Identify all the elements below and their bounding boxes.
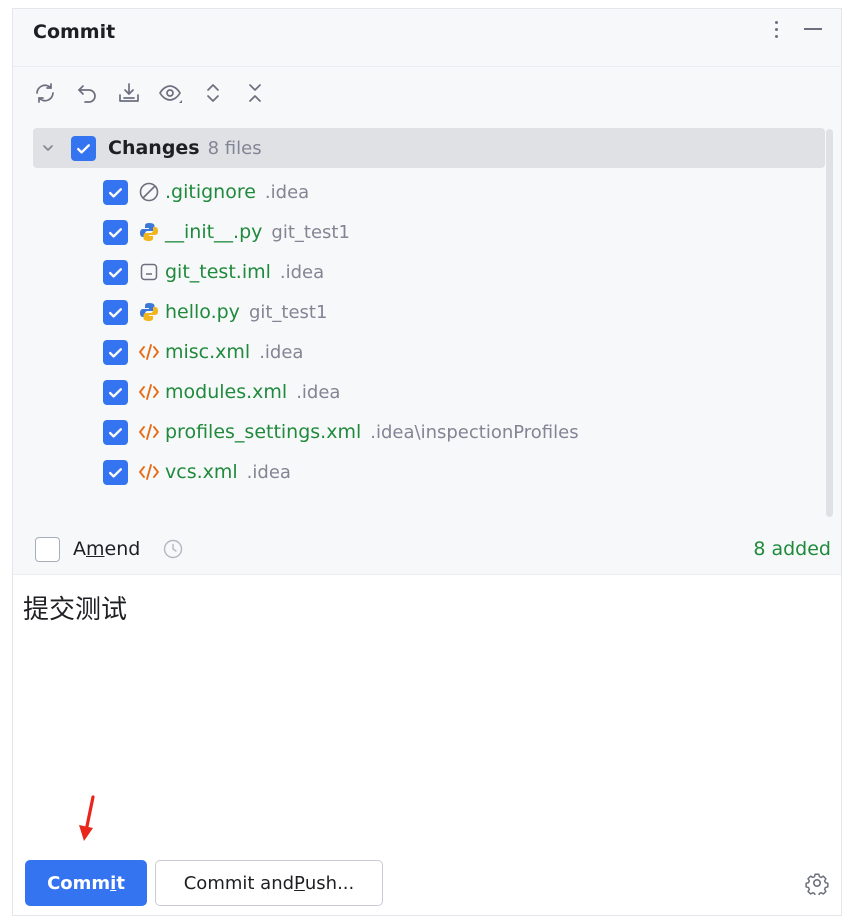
push-button-mnemonic: P bbox=[294, 872, 305, 894]
file-name: vcs.xml bbox=[165, 461, 238, 483]
file-row[interactable]: git_test.iml .idea bbox=[33, 252, 825, 292]
file-checkbox[interactable] bbox=[103, 179, 128, 205]
file-path: .idea\inspectionProfiles bbox=[370, 421, 579, 443]
file-checkbox[interactable] bbox=[103, 219, 128, 245]
amend-checkbox[interactable] bbox=[35, 536, 60, 562]
collapse-all-icon[interactable] bbox=[241, 79, 269, 107]
file-path: .idea bbox=[246, 461, 291, 483]
rollback-icon[interactable] bbox=[73, 79, 101, 107]
file-name: git_test.iml bbox=[165, 261, 271, 283]
tree-scrollbar[interactable] bbox=[826, 129, 833, 517]
file-row[interactable]: profiles_settings.xml .idea\inspectionPr… bbox=[33, 412, 825, 452]
xml-file-icon bbox=[138, 341, 160, 363]
tool-window-header: Commit bbox=[13, 9, 841, 59]
file-checkbox[interactable] bbox=[103, 419, 128, 445]
file-checkbox[interactable] bbox=[103, 459, 128, 485]
commit-button-pre: Comm bbox=[47, 872, 111, 894]
file-name: misc.xml bbox=[165, 341, 251, 363]
commit-tool-window: Commit Changes 8 files .gitignore .idea … bbox=[12, 8, 842, 916]
chevron-down-icon[interactable] bbox=[39, 141, 57, 155]
commit-message-editor[interactable]: 提交测试 Comm i t Commit and Push... bbox=[13, 574, 841, 915]
file-row[interactable]: hello.py git_test1 bbox=[33, 292, 825, 332]
changes-file-count: 8 files bbox=[207, 137, 262, 159]
amend-label-post: end bbox=[104, 538, 141, 560]
file-name: hello.py bbox=[165, 301, 240, 323]
amend-row: Amend 8 added bbox=[13, 525, 841, 573]
expand-all-icon[interactable] bbox=[199, 79, 227, 107]
shelve-icon[interactable] bbox=[115, 79, 143, 107]
ignored-file-icon bbox=[138, 181, 160, 203]
push-button-pre: Commit and bbox=[183, 872, 295, 894]
more-options-icon[interactable] bbox=[771, 15, 781, 43]
history-clock-icon[interactable] bbox=[162, 538, 184, 560]
minimize-icon[interactable] bbox=[803, 15, 823, 43]
file-row[interactable]: .gitignore .idea bbox=[33, 172, 825, 212]
iml-file-icon bbox=[138, 261, 160, 283]
changes-checkbox[interactable] bbox=[71, 135, 96, 161]
file-row[interactable]: __init__.py git_test1 bbox=[33, 212, 825, 252]
file-path: .idea bbox=[264, 181, 310, 203]
amend-label-pre: A bbox=[73, 538, 86, 560]
amend-label[interactable]: Amend bbox=[73, 538, 140, 560]
file-row[interactable]: vcs.xml .idea bbox=[33, 452, 825, 492]
preview-diff-icon[interactable] bbox=[157, 79, 185, 107]
panel-title: Commit bbox=[33, 21, 116, 43]
xml-file-icon bbox=[138, 381, 160, 403]
changes-toolbar bbox=[31, 75, 269, 111]
file-name: .gitignore bbox=[165, 181, 256, 203]
file-name: modules.xml bbox=[165, 381, 288, 403]
changes-group-row[interactable]: Changes 8 files bbox=[33, 128, 825, 168]
amend-label-mnemonic: m bbox=[86, 538, 105, 560]
file-checkbox[interactable] bbox=[103, 259, 128, 285]
file-name: __init__.py bbox=[165, 221, 263, 243]
header-divider bbox=[13, 66, 841, 67]
file-row[interactable]: modules.xml .idea bbox=[33, 372, 825, 412]
commit-button-post: t bbox=[116, 872, 125, 894]
file-path: git_test1 bbox=[248, 301, 328, 323]
annotation-arrow-icon bbox=[79, 795, 95, 841]
file-checkbox[interactable] bbox=[103, 299, 128, 325]
changes-group-label: Changes bbox=[108, 137, 200, 159]
refresh-icon[interactable] bbox=[31, 79, 59, 107]
python-file-icon bbox=[138, 221, 160, 243]
push-button-post: ush... bbox=[304, 872, 355, 894]
file-row[interactable]: misc.xml .idea bbox=[33, 332, 825, 372]
file-name: profiles_settings.xml bbox=[165, 421, 362, 443]
changes-tree: Changes 8 files .gitignore .idea __init_… bbox=[33, 124, 825, 524]
commit-message-text[interactable]: 提交测试 bbox=[23, 589, 127, 626]
file-checkbox[interactable] bbox=[103, 379, 128, 405]
commit-and-push-button[interactable]: Commit and Push... bbox=[155, 860, 383, 906]
commit-button[interactable]: Comm i t bbox=[25, 860, 147, 906]
xml-file-icon bbox=[138, 421, 160, 443]
python-file-icon bbox=[138, 301, 160, 323]
gear-icon[interactable] bbox=[805, 871, 829, 895]
file-checkbox[interactable] bbox=[103, 339, 128, 365]
added-summary: 8 added bbox=[753, 538, 831, 560]
file-path: .idea bbox=[296, 381, 341, 403]
xml-file-icon bbox=[138, 461, 160, 483]
file-path: .idea bbox=[279, 261, 325, 283]
header-actions bbox=[771, 15, 823, 43]
file-path: .idea bbox=[259, 341, 304, 363]
file-path: git_test1 bbox=[271, 221, 350, 243]
